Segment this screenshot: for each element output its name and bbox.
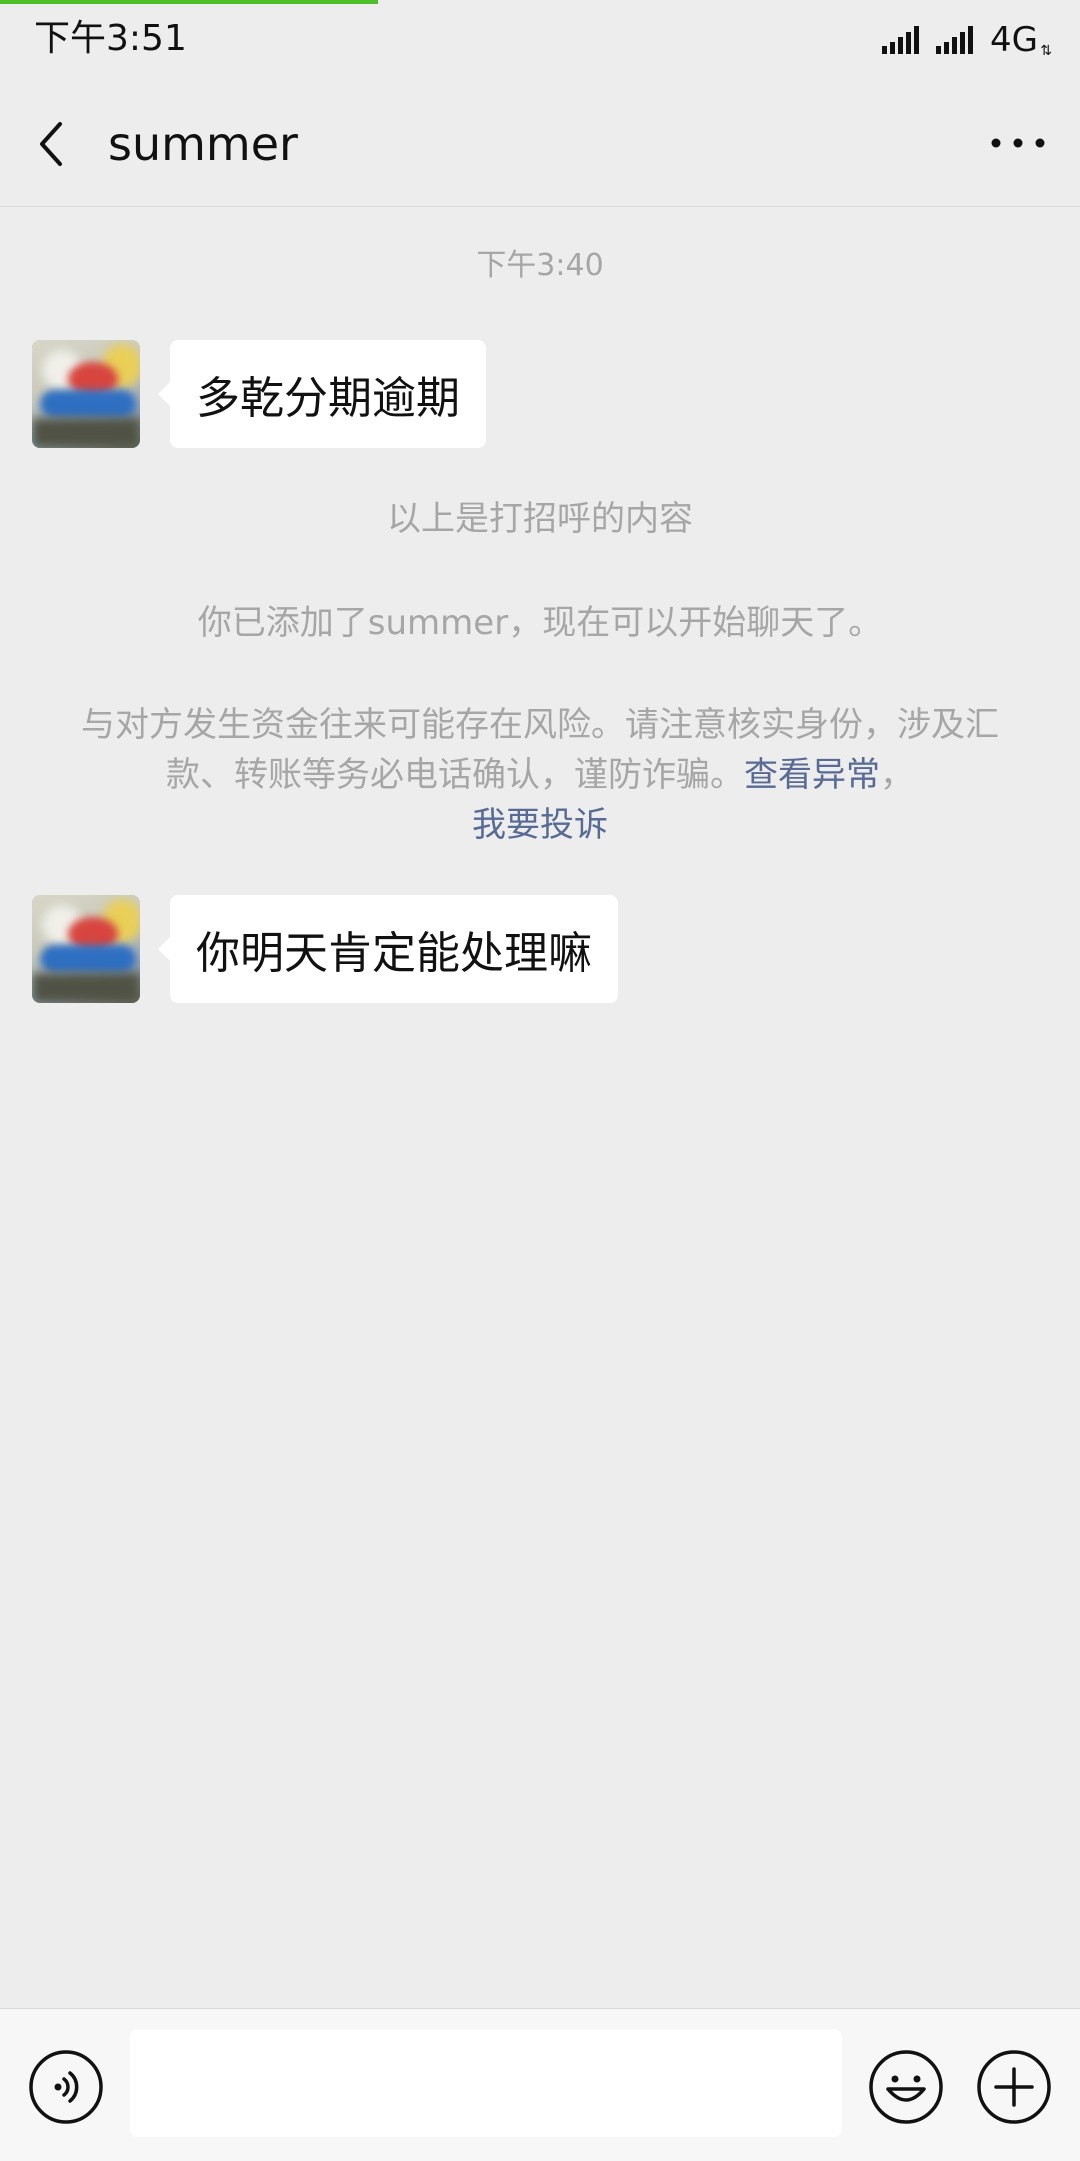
risk-warning-note: 与对方发生资金往来可能存在风险。请注意核实身份，涉及汇款、转账等务必电话确认，谨… (60, 700, 1020, 850)
status-bar: 下午3:51 4G ⇅ (0, 0, 1080, 80)
status-time: 下午3:51 (34, 18, 187, 59)
message-timestamp: 下午3:40 (476, 248, 604, 283)
signal-icon (882, 26, 920, 54)
more-dots-icon[interactable] (988, 128, 1048, 158)
message-row: 多乾分期逾期 (32, 340, 486, 448)
chat-header: summer (0, 80, 1080, 207)
friend-added-note: 你已添加了summer，现在可以开始聊天了。 (197, 603, 883, 643)
data-arrows-icon: ⇅ (1040, 43, 1052, 59)
message-bubble[interactable]: 多乾分期逾期 (158, 340, 486, 448)
avatar[interactable] (32, 340, 140, 448)
avatar[interactable] (32, 895, 140, 1003)
chevron-left-icon[interactable] (34, 116, 74, 172)
chat-title: summer (108, 117, 298, 171)
message-bubble[interactable]: 你明天肯定能处理嘛 (158, 895, 618, 1003)
message-row: 你明天肯定能处理嘛 (32, 895, 618, 1003)
separator-text: ， (880, 755, 914, 795)
signal-icon-sim2 (936, 26, 974, 54)
message-input[interactable] (130, 2029, 842, 2137)
emoji-icon[interactable] (868, 2049, 944, 2125)
network-type-label: 4G (990, 20, 1038, 60)
view-abnormal-link[interactable]: 查看异常 (744, 755, 880, 795)
network-type: 4G ⇅ (990, 20, 1052, 60)
complain-link[interactable]: 我要投诉 (472, 805, 608, 845)
status-indicators: 4G ⇅ (882, 18, 1052, 62)
plus-icon[interactable] (976, 2049, 1052, 2125)
voice-icon[interactable] (28, 2049, 104, 2125)
greeting-end-note: 以上是打招呼的内容 (387, 499, 693, 539)
chat-input-bar (0, 2008, 1080, 2161)
